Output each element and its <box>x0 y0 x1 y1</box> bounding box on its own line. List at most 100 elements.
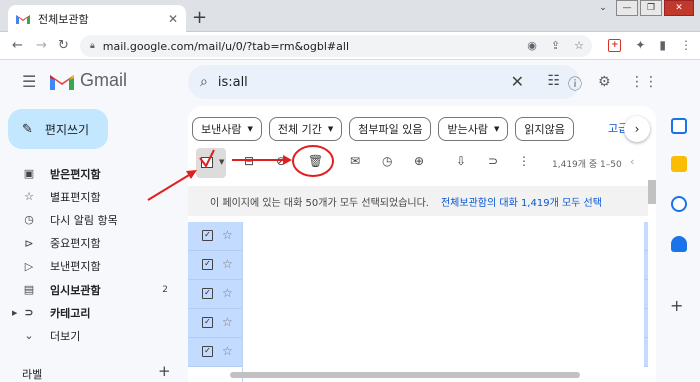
share-icon[interactable]: ⇪ <box>551 39 560 52</box>
window-close-icon[interactable]: ✕ <box>664 0 694 16</box>
gmail-m-icon <box>50 74 74 90</box>
horizontal-scrollbar[interactable] <box>230 372 580 378</box>
address-toolbar: ← → ↻ 🔒︎ mail.google.com/mail/u/0/?tab=r… <box>0 32 700 60</box>
apps-grid-icon[interactable]: ⋮⋮ <box>630 74 658 90</box>
main-menu-icon[interactable]: ☰ <box>22 72 36 91</box>
row-checkbox[interactable]: ✓ <box>202 346 213 357</box>
gmail-favicon-icon <box>16 13 30 24</box>
mark-read-icon[interactable]: ✉ <box>350 154 360 168</box>
star-icon[interactable]: ☆ <box>222 315 233 329</box>
sidebar-item-label: 임시보관함 <box>50 283 101 297</box>
archive-icon[interactable]: ⊟ <box>244 154 254 168</box>
chip-to[interactable]: 받는사람 ▼ <box>438 117 509 141</box>
search-icon[interactable]: ⌕ <box>200 74 208 90</box>
eye-icon[interactable]: ◉ <box>527 39 537 52</box>
sidebar-item-label: 카테고리 <box>50 306 91 320</box>
delete-trash-icon[interactable]: 🗑︎ <box>308 154 323 168</box>
sidebar-item-categories[interactable]: ▶ ⊃ 카테고리 <box>0 301 186 324</box>
sidebar-item-label: 중요편지함 <box>50 237 101 251</box>
prev-page-icon[interactable]: ‹ <box>630 155 634 168</box>
search-bar[interactable]: ⌕ is:all ✕ ☷ <box>188 65 580 99</box>
sidebar-item-starred[interactable]: ☆ 별표편지함 <box>0 185 186 208</box>
reload-icon[interactable]: ↻ <box>58 38 69 53</box>
chip-unread[interactable]: 읽지않음 <box>515 117 574 141</box>
star-icon[interactable]: ☆ <box>222 228 233 242</box>
chip-date[interactable]: 전체 기간 ▼ <box>268 117 343 141</box>
star-icon[interactable]: ☆ <box>222 344 233 358</box>
calendar-icon[interactable] <box>671 118 687 134</box>
chip-label: 받는사람 <box>447 123 488 136</box>
snooze-icon[interactable]: ◷ <box>382 154 392 168</box>
settings-gear-icon[interactable]: ⚙ <box>598 74 611 90</box>
extension-red-icon[interactable]: + <box>608 38 622 52</box>
selection-banner: 이 페이지에 있는 대화 50개가 모두 선택되었습니다. 전체보관함의 대화 … <box>188 186 648 216</box>
row-checkbox[interactable]: ✓ <box>202 230 213 241</box>
dropdown-arrow-icon: ▼ <box>247 125 253 133</box>
chevron-down-icon: ⌄ <box>24 329 34 343</box>
select-dropdown-icon[interactable]: ▼ <box>219 158 224 166</box>
sidebar-item-snoozed[interactable]: ◷ 다시 알림 항목 <box>0 208 186 231</box>
get-addons-icon[interactable]: + <box>670 296 683 315</box>
chip-label: 읽지않음 <box>524 123 565 136</box>
keep-icon[interactable] <box>671 156 687 172</box>
row-checkbox[interactable]: ✓ <box>202 259 213 270</box>
sidebar-item-sent[interactable]: ▷ 보낸편지함 <box>0 255 186 278</box>
select-all-checkbox[interactable] <box>201 157 213 168</box>
forward-icon[interactable]: → <box>36 38 47 53</box>
page-count: 1,419개 중 1–50 <box>552 160 622 170</box>
help-icon[interactable]: ⓘ <box>568 74 582 94</box>
minimize-icon[interactable]: — <box>616 0 638 16</box>
star-icon[interactable]: ☆ <box>222 257 233 271</box>
search-options-icon[interactable]: ☷ <box>547 73 560 89</box>
move-to-icon[interactable]: ⇩ <box>456 154 466 168</box>
selection-banner-text: 이 페이지에 있는 대화 50개가 모두 선택되었습니다. <box>210 197 429 209</box>
expand-caret-icon[interactable]: ▶ <box>12 309 17 317</box>
dropdown-arrow-icon: ▼ <box>493 125 500 133</box>
select-all-conversations-link[interactable]: 전체보관함의 대화 1,419개 모두 선택 <box>441 194 602 209</box>
star-icon[interactable]: ☆ <box>222 286 233 300</box>
url-text: mail.google.com/mail/u/0/?tab=rm&ogbl#al… <box>102 39 349 53</box>
chip-from[interactable]: 보낸사람 ▼ <box>192 117 262 141</box>
tasks-icon[interactable] <box>671 196 687 212</box>
puzzle-extensions-icon[interactable]: ✦ <box>635 38 645 52</box>
browser-tab[interactable]: 전체보관함 ✕ <box>8 5 186 32</box>
row-checkbox[interactable]: ✓ <box>202 317 213 328</box>
sidebar-item-important[interactable]: ⊳ 중요편지함 <box>0 232 186 255</box>
add-task-icon[interactable]: ⊕ <box>414 154 424 168</box>
label-icon: ⊃ <box>24 306 34 320</box>
row-content-area[interactable] <box>242 222 644 382</box>
sidebar-item-drafts[interactable]: ▤ 임시보관함 2 <box>0 278 186 301</box>
compose-button[interactable]: ✎ 편지쓰기 <box>8 109 108 149</box>
clear-search-icon[interactable]: ✕ <box>511 72 524 91</box>
bookmark-star-icon[interactable]: ☆ <box>574 39 584 52</box>
sidebar-item-label: 받은편지함 <box>50 167 101 181</box>
sidebar-item-inbox[interactable]: ▣ 받은편지함 <box>0 162 186 185</box>
drafts-count: 2 <box>162 284 168 295</box>
row-checkbox[interactable]: ✓ <box>202 288 213 299</box>
browser-tab-bar: 전체보관함 ✕ + ⌄ — ❐ ✕ <box>0 0 700 32</box>
sidepanel-icon[interactable]: ▮ <box>659 38 666 52</box>
clock-icon: ◷ <box>24 213 34 227</box>
back-icon[interactable]: ← <box>12 38 23 53</box>
star-icon: ☆ <box>24 190 34 204</box>
chips-next-icon[interactable]: › <box>624 116 650 142</box>
restore-icon[interactable]: ❐ <box>640 0 662 16</box>
report-spam-icon[interactable]: ⊘ <box>276 154 286 168</box>
chip-attachment[interactable]: 첨부파일 있음 <box>349 117 432 141</box>
contacts-icon[interactable] <box>671 236 687 252</box>
draft-icon: ▤ <box>23 283 35 297</box>
chip-label: 전체 기간 <box>277 123 322 136</box>
search-input[interactable]: is:all <box>218 75 248 90</box>
label-as-icon[interactable]: ⊃ <box>488 154 498 168</box>
tab-close-icon[interactable]: ✕ <box>168 12 178 26</box>
gmail-logo[interactable]: Gmail <box>50 70 127 91</box>
vertical-scrollbar[interactable] <box>648 180 656 204</box>
sidebar-item-more[interactable]: ⌄ 더보기 <box>0 324 186 347</box>
more-actions-icon[interactable]: ⋮ <box>518 154 530 168</box>
new-tab-icon[interactable]: + <box>192 7 207 28</box>
add-label-icon[interactable]: + <box>158 362 171 380</box>
tab-search-icon[interactable]: ⌄ <box>592 0 614 16</box>
search-chips: 보낸사람 ▼ 전체 기간 ▼ 첨부파일 있음 받는사람 ▼ 읽지않음 <box>192 117 574 141</box>
url-bar[interactable]: 🔒︎ mail.google.com/mail/u/0/?tab=rm&ogbl… <box>80 35 592 57</box>
more-menu-icon[interactable]: ⋮ <box>680 38 692 52</box>
